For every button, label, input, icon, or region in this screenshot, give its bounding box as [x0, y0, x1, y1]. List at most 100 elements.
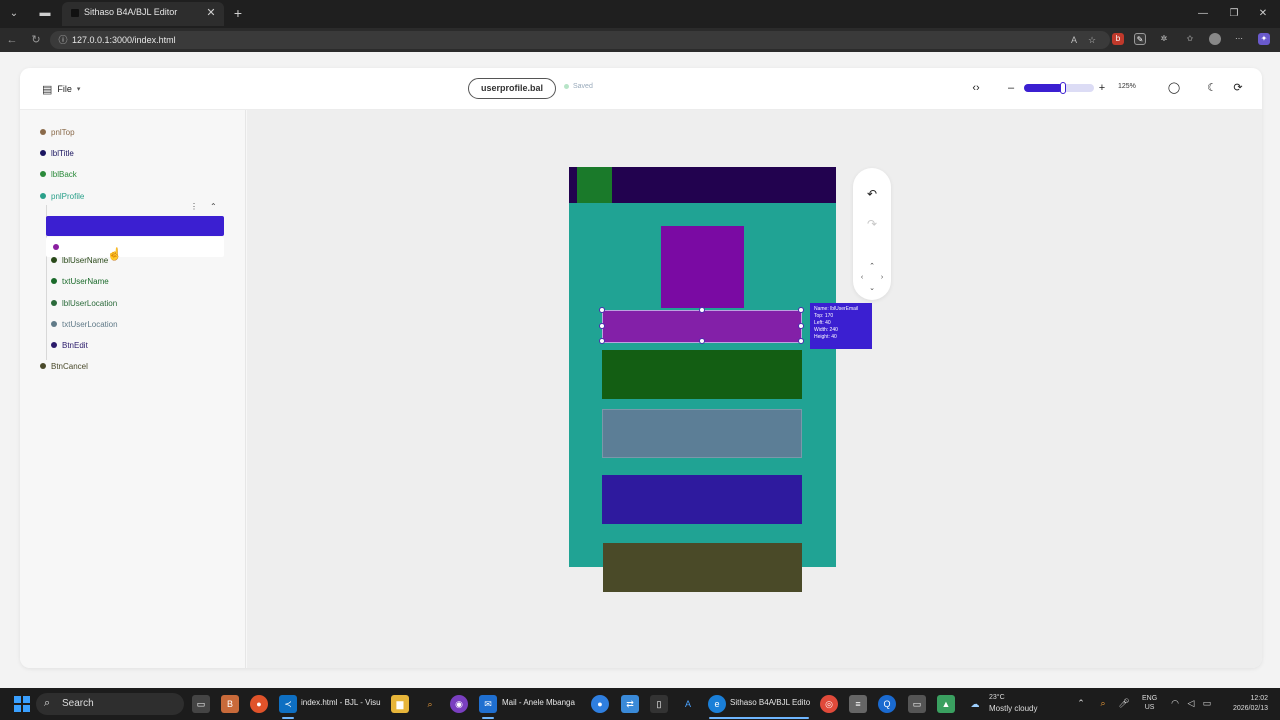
remote-app-icon[interactable]: ⇄	[621, 695, 639, 713]
language-indicator[interactable]: ENG US	[1142, 694, 1157, 712]
tree-item-selected[interactable]	[46, 216, 224, 236]
vscode-app-icon[interactable]: ≺	[279, 695, 297, 713]
azure-app-icon[interactable]: A	[679, 695, 697, 713]
mail-window-label[interactable]: Mail - Anele Mbanga	[502, 698, 575, 707]
preview-circle-icon[interactable]: ◯	[1166, 80, 1182, 96]
reload-icon[interactable]: ↻	[28, 32, 44, 48]
browser-app-icon[interactable]: ●	[591, 695, 609, 713]
resize-handle[interactable]	[599, 307, 605, 313]
layout-filename[interactable]: userprofile.bal	[468, 78, 556, 99]
code-view-icon[interactable]: ‹›	[968, 80, 984, 96]
pnltop-panel[interactable]	[569, 167, 836, 203]
zoom-in-icon[interactable]: +	[1094, 80, 1110, 96]
chrome-app-icon[interactable]: ◎	[820, 695, 838, 713]
tray-chevron-up-icon[interactable]: ⌃	[1074, 696, 1088, 710]
vscode-window-label[interactable]: index.html - BJL - Visu	[301, 698, 381, 707]
file-explorer-icon[interactable]: ▆	[391, 695, 409, 713]
tree-item-txtuserlocation[interactable]: txtUserLocation	[51, 317, 118, 331]
tree-item-lblback[interactable]: lblBack	[40, 167, 77, 181]
btnedit-view[interactable]	[602, 475, 802, 524]
nudge-right-icon[interactable]: ›	[878, 274, 886, 282]
lblback-view[interactable]	[577, 167, 612, 203]
extensions-puzzle-icon[interactable]: ✲	[1158, 33, 1170, 45]
b4j-app-icon[interactable]: B	[221, 695, 239, 713]
resize-handle[interactable]	[798, 338, 804, 344]
dark-mode-moon-icon[interactable]: ☾	[1204, 80, 1220, 96]
inactive-tab-icon[interactable]: ▬	[38, 6, 52, 20]
extension-red-icon[interactable]: b	[1112, 33, 1124, 45]
microphone-icon[interactable]: 🎤︎	[1117, 696, 1131, 710]
pnlprofile-panel[interactable]	[569, 167, 836, 567]
close-tab-icon[interactable]: ✕	[204, 6, 218, 20]
more-options-icon[interactable]: ⋮	[190, 202, 198, 211]
tray-search-icon[interactable]: ⌕	[1096, 696, 1110, 710]
txtuserlocation-view[interactable]	[602, 409, 802, 458]
profile-avatar[interactable]	[1209, 33, 1221, 45]
avatar-view[interactable]	[661, 226, 744, 308]
q-app-icon[interactable]: Q	[878, 695, 896, 713]
back-arrow-icon[interactable]: ←	[4, 32, 20, 48]
task-view-icon[interactable]: ▭	[192, 695, 210, 713]
zoom-slider-thumb[interactable]	[1059, 82, 1066, 94]
undo-icon[interactable]: ↶	[864, 186, 880, 202]
new-tab-plus-icon[interactable]: +	[230, 5, 246, 21]
tree-item-pnlprofile[interactable]: pnlProfile	[40, 189, 84, 203]
windows-start-icon[interactable]	[14, 696, 30, 712]
resize-handle[interactable]	[798, 323, 804, 329]
browser-menu-icon[interactable]: ⋯	[1233, 33, 1245, 45]
copilot-icon[interactable]: ✦	[1258, 33, 1270, 45]
wifi-icon[interactable]: ◠	[1168, 696, 1182, 710]
mail-app-icon[interactable]: ✉	[479, 695, 497, 713]
collapse-chevron-icon[interactable]: ⌃	[210, 202, 217, 211]
favorites-icon[interactable]: ✩	[1184, 33, 1196, 45]
txtusername-view[interactable]	[602, 350, 802, 399]
taskbar-search[interactable]: ⌕ Search	[36, 693, 184, 715]
tree-item-pnltop[interactable]: pnlTop	[40, 125, 75, 139]
zoom-slider[interactable]	[1024, 82, 1094, 94]
github-app-icon[interactable]: ◉	[450, 695, 468, 713]
redo-icon[interactable]: ↷	[864, 216, 880, 232]
resize-handle[interactable]	[699, 338, 705, 344]
nudge-left-icon[interactable]: ‹	[858, 274, 866, 282]
edge-window-label[interactable]: Sithaso B4A/BJL Edito	[730, 698, 810, 707]
resize-handle[interactable]	[699, 307, 705, 313]
nudge-down-icon[interactable]: ⌄	[868, 285, 876, 293]
lbluseremail-view-selected[interactable]	[599, 307, 804, 344]
minimize-window-icon[interactable]: —	[1194, 6, 1212, 22]
read-aloud-icon[interactable]: A	[1068, 34, 1080, 46]
resize-handle[interactable]	[599, 323, 605, 329]
tree-item-lblusername[interactable]: lblUserName	[51, 253, 108, 267]
system-clock[interactable]: 12:02 2026/02/13	[1222, 694, 1268, 714]
monitor-app-icon[interactable]: ▭	[908, 695, 926, 713]
restore-window-icon[interactable]: ❐	[1225, 6, 1243, 22]
design-canvas[interactable]: Name: lblUserEmail Top: 170 Left: 40 Wid…	[247, 110, 1262, 668]
url-text[interactable]: 127.0.0.1:3000/index.html	[72, 35, 176, 45]
edge-app-icon[interactable]: e	[708, 695, 726, 713]
battery-icon[interactable]: ▭	[1200, 696, 1214, 710]
refresh-icon[interactable]: ⟳	[1230, 80, 1246, 96]
tree-item-btnedit[interactable]: BtnEdit	[51, 338, 88, 352]
postman-app-icon[interactable]: ●	[250, 695, 268, 713]
close-window-icon[interactable]: ✕	[1254, 6, 1272, 22]
nudge-up-icon[interactable]: ⌃	[868, 263, 876, 271]
volume-icon[interactable]: ◁	[1184, 696, 1198, 710]
browser-tab-active[interactable]: Sithaso B4A/BJL Editor ✕	[62, 2, 224, 26]
resize-handle[interactable]	[599, 338, 605, 344]
notes-app-icon[interactable]: ▯	[650, 695, 668, 713]
search-tool-icon[interactable]: ⌕	[421, 695, 439, 713]
tree-item-lbluserlocation[interactable]: lblUserLocation	[51, 296, 117, 310]
extension-pen-icon[interactable]: ✎	[1134, 33, 1146, 45]
database-app-icon[interactable]: ≡	[849, 695, 867, 713]
tree-item-lbltitle[interactable]: lblTitle	[40, 146, 74, 160]
btncancel-view[interactable]	[603, 543, 802, 592]
resize-handle[interactable]	[798, 307, 804, 313]
file-menu-button[interactable]: ▤ File ▾	[42, 81, 80, 97]
zoom-out-icon[interactable]: –	[1003, 80, 1019, 96]
favorite-star-icon[interactable]: ☆	[1086, 34, 1098, 46]
chart-app-icon[interactable]: ▲	[937, 695, 955, 713]
tab-list-chevron-icon[interactable]: ⌄	[6, 6, 22, 22]
tree-item-btncancel[interactable]: BtnCancel	[40, 359, 88, 373]
url-field[interactable]: ⓘ 127.0.0.1:3000/index.html A ☆	[50, 31, 1110, 49]
site-info-icon[interactable]: ⓘ	[57, 34, 69, 46]
tree-item-txtusername[interactable]: txtUserName	[51, 274, 109, 288]
